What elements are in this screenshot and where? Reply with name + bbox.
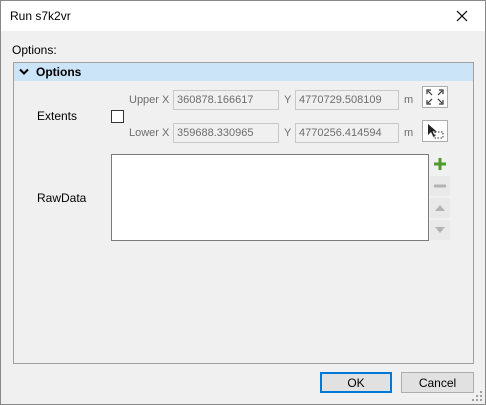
upper-unit-label: m	[404, 94, 414, 106]
extents-label: Extents	[37, 109, 78, 123]
triangle-up-icon	[435, 205, 445, 211]
resize-grip-icon[interactable]	[471, 390, 483, 402]
close-button[interactable]	[439, 1, 485, 31]
lower-y-field[interactable]: 4770256.414594	[295, 123, 399, 143]
title-bar: Run s7k2vr	[1, 1, 485, 31]
minus-icon	[434, 184, 446, 188]
options-panel: Options Extents Upper X 360878.166617 Y …	[13, 62, 474, 364]
rawdata-label: RawData	[37, 191, 87, 205]
expand-icon	[426, 89, 444, 105]
select-extent-button[interactable]	[422, 120, 448, 142]
upper-y-label: Y	[284, 94, 292, 106]
move-up-button[interactable]	[430, 198, 450, 218]
move-down-button[interactable]	[430, 220, 450, 240]
lower-y-label: Y	[284, 127, 292, 139]
extents-checkbox[interactable]	[111, 110, 124, 123]
window-title: Run s7k2vr	[10, 9, 71, 23]
options-label: Options:	[12, 43, 57, 57]
rawdata-list[interactable]	[111, 154, 429, 241]
close-icon	[456, 10, 468, 22]
upper-y-field[interactable]: 4770729.508109	[295, 90, 399, 110]
add-item-button[interactable]	[430, 154, 450, 174]
ok-button[interactable]: OK	[320, 372, 392, 393]
select-arrow-icon	[428, 124, 444, 139]
triangle-down-icon	[435, 227, 445, 233]
section-title: Options	[36, 65, 82, 79]
options-section-header[interactable]: Options	[14, 63, 473, 81]
lower-unit-label: m	[404, 127, 414, 139]
cancel-button[interactable]: Cancel	[401, 372, 474, 393]
lower-x-label: Lower X	[129, 127, 170, 139]
chevron-down-icon[interactable]	[14, 63, 34, 81]
dialog-window: Run s7k2vr Options: Options Extents Uppe…	[0, 0, 486, 405]
plus-icon	[434, 158, 446, 170]
upper-x-field[interactable]: 360878.166617	[173, 90, 279, 110]
remove-item-button[interactable]	[430, 176, 450, 196]
lower-x-field[interactable]: 359688.330965	[173, 123, 279, 143]
upper-x-label: Upper X	[129, 94, 170, 106]
zoom-extents-button[interactable]	[422, 86, 448, 108]
